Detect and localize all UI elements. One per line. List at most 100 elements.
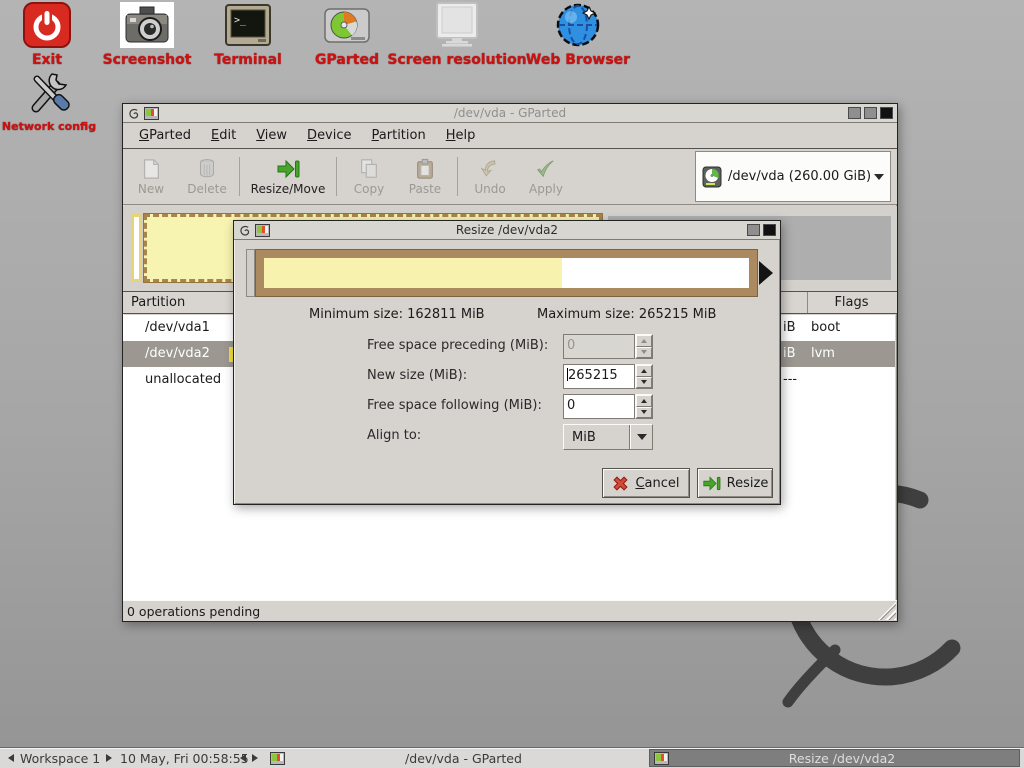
desktop-icon-terminal[interactable]: >_ Terminal <box>207 2 289 68</box>
desktop-icon-screenshot[interactable]: Screenshot <box>103 2 191 68</box>
camera-icon <box>120 2 174 48</box>
paste-icon <box>414 158 436 180</box>
desktop-icon-web-browser[interactable]: Web Browser <box>522 2 634 68</box>
device-selector-value: /dev/vda (260.00 GiB) <box>728 169 871 184</box>
spin-down-icon <box>641 380 647 384</box>
spin-up-icon <box>641 399 647 403</box>
cancel-button[interactable]: Cancel <box>602 468 690 498</box>
column-header-partition[interactable]: Partition <box>131 295 185 310</box>
operations-pending-text: 0 operations pending <box>127 604 260 619</box>
task-resize-dialog[interactable]: Resize /dev/vda2 <box>649 749 1020 767</box>
menubar: GParted Edit View Device Partition Help <box>123 123 897 149</box>
free-space-following-input[interactable]: 0 <box>563 394 635 419</box>
menu-gparted[interactable]: GParted <box>129 125 201 146</box>
new-button[interactable]: New <box>123 149 179 204</box>
device-disk-icon <box>702 166 722 188</box>
menu-device[interactable]: Device <box>297 125 361 146</box>
menu-view[interactable]: View <box>246 125 297 146</box>
tool-label: Delete <box>187 182 226 196</box>
free-space-preceding-input: 0 <box>563 334 635 359</box>
prev-workspace-icon[interactable] <box>8 754 14 762</box>
desktop: { "colors": { "desktop_label_red": "#cc1… <box>0 0 1024 768</box>
free-space-preceding-stepper <box>635 334 653 359</box>
copy-button[interactable]: Copy <box>341 149 397 204</box>
maximum-size-label: Maximum size: 265215 MiB <box>537 307 716 322</box>
desktop-icon-label: Screen resolution <box>387 52 526 68</box>
free-space-preceding-label: Free space preceding (MiB): <box>367 338 548 353</box>
flags-value: lvm <box>811 346 835 361</box>
new-partition-icon <box>140 158 162 180</box>
partition-free-space <box>264 258 749 288</box>
chevron-down-icon <box>637 434 647 440</box>
toolbar-separator <box>239 157 240 196</box>
desktop-icon-exit[interactable]: Exit <box>12 2 82 68</box>
resize-slider[interactable] <box>246 249 773 297</box>
resize-grip[interactable] <box>878 602 896 620</box>
pager-left-icon[interactable] <box>240 754 246 762</box>
maximize-button[interactable] <box>864 107 877 119</box>
new-size-input[interactable]: 265215 <box>563 364 635 389</box>
pager-right-icon[interactable] <box>252 754 258 762</box>
spin-up-icon <box>641 369 647 373</box>
copy-icon <box>358 158 380 180</box>
delete-icon <box>196 158 218 180</box>
resize-move-button[interactable]: Resize/Move <box>244 149 332 204</box>
resize-button[interactable]: Resize <box>697 468 773 498</box>
minimize-button[interactable] <box>848 107 861 119</box>
maximize-button[interactable] <box>747 224 760 236</box>
debian-swirl-icon <box>238 224 251 237</box>
task-gparted-main[interactable]: /dev/vda - GParted <box>266 749 646 767</box>
task-title: Resize /dev/vda2 <box>669 751 1015 766</box>
flags-value: boot <box>811 320 840 335</box>
desktop-icon-screen-resolution[interactable]: Screen resolution <box>386 2 528 68</box>
tool-label: Undo <box>474 182 505 196</box>
resize-arrow-icon <box>702 475 721 492</box>
undo-button[interactable]: Undo <box>462 149 518 204</box>
close-button[interactable] <box>880 107 893 119</box>
size-fragment: --- <box>783 372 797 387</box>
workspace-label: Workspace 1 <box>20 751 100 766</box>
toolbar-separator <box>457 157 458 196</box>
cancel-x-icon <box>612 475 629 492</box>
resize-move-icon <box>276 158 300 180</box>
menu-partition[interactable]: Partition <box>362 125 436 146</box>
minimum-size-label: Minimum size: 162811 MiB <box>309 307 485 322</box>
column-header-flags[interactable]: Flags <box>807 292 895 313</box>
gparted-task-icon <box>654 752 669 765</box>
monitor-icon <box>433 2 481 48</box>
next-workspace-icon[interactable] <box>106 754 112 762</box>
status-bar: 0 operations pending <box>123 600 897 621</box>
delete-button[interactable]: Delete <box>179 149 235 204</box>
free-space-following-stepper[interactable] <box>635 394 653 419</box>
debian-swirl-icon <box>127 107 140 120</box>
desktop-icon-label: Terminal <box>214 52 282 68</box>
align-to-row: Align to: MiB <box>234 424 780 450</box>
new-size-stepper[interactable] <box>635 364 653 389</box>
desktop-icon-label: GParted <box>315 52 379 68</box>
tool-label: New <box>138 182 164 196</box>
apply-button[interactable]: Apply <box>518 149 574 204</box>
pager-arrows[interactable] <box>240 748 258 768</box>
visual-partition-vda1[interactable] <box>131 214 142 282</box>
menu-help[interactable]: Help <box>436 125 486 146</box>
menu-edit[interactable]: Edit <box>201 125 246 146</box>
tool-label: Apply <box>529 182 563 196</box>
tools-icon <box>24 70 74 116</box>
desktop-icon-gparted[interactable]: GParted <box>308 2 386 68</box>
dialog-titlebar[interactable]: Resize /dev/vda2 <box>234 221 780 240</box>
device-selector[interactable]: /dev/vda (260.00 GiB) <box>695 151 891 202</box>
main-titlebar[interactable]: /dev/vda - GParted <box>123 104 897 123</box>
workspace-switcher[interactable]: Workspace 1 <box>8 748 112 768</box>
gparted-window-icon <box>255 224 270 237</box>
svg-text:>_: >_ <box>234 15 247 26</box>
free-space-preceding-row: Free space preceding (MiB): 0 <box>234 334 780 360</box>
close-button[interactable] <box>763 224 776 236</box>
left-resize-handle[interactable] <box>246 249 255 297</box>
partition-used-space <box>264 258 562 288</box>
chevron-down-icon <box>874 174 884 180</box>
spin-down-icon <box>641 410 647 414</box>
desktop-icon-network-config[interactable]: Network config <box>2 70 96 133</box>
paste-button[interactable]: Paste <box>397 149 453 204</box>
right-resize-handle-arrow[interactable] <box>759 261 773 285</box>
align-to-dropdown[interactable]: MiB <box>563 424 653 450</box>
